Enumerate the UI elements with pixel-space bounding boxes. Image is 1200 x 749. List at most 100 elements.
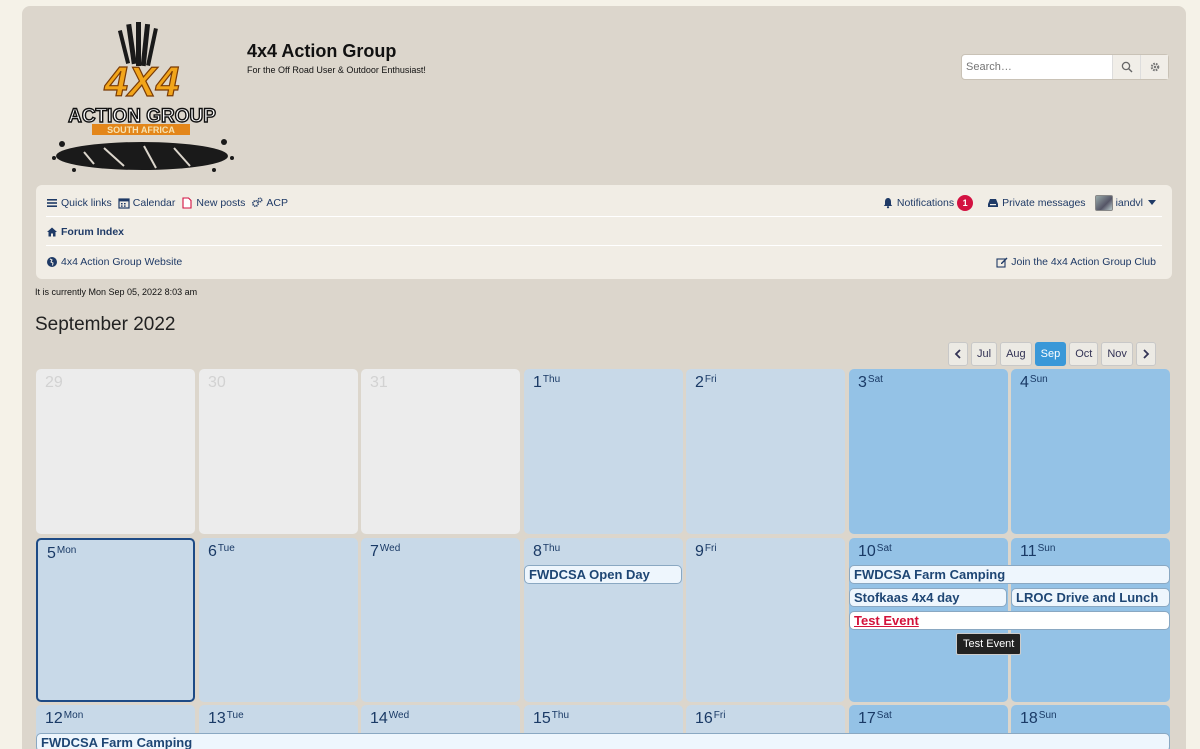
quick-links-menu[interactable]: Quick links bbox=[46, 197, 112, 209]
day-weekday-label: Fri bbox=[704, 374, 717, 385]
site-logo[interactable]: 4X4 ACTION GROUP SOUTH AFRICA bbox=[44, 20, 240, 180]
day-weekday-label: Thu bbox=[542, 543, 561, 554]
event-fwdcsa-farm-camping[interactable]: FWDCSA Farm Camping bbox=[849, 565, 1170, 584]
next-month-button[interactable] bbox=[1135, 342, 1156, 366]
svg-text:ACTION GROUP: ACTION GROUP bbox=[68, 106, 216, 127]
event-test-event[interactable]: Test Event bbox=[849, 611, 1170, 630]
username: iandvl bbox=[1115, 196, 1143, 209]
month-button-aug[interactable]: Aug bbox=[1000, 342, 1032, 366]
day-number-value: 10 bbox=[858, 543, 876, 560]
day-number: 6Tue bbox=[208, 543, 235, 561]
day-number: 31 bbox=[370, 374, 388, 392]
month-button-sep[interactable]: Sep bbox=[1034, 342, 1067, 366]
day-number: 30 bbox=[208, 374, 226, 392]
cogs-icon bbox=[252, 197, 263, 207]
day-number: 1Thu bbox=[533, 374, 560, 392]
nav-row-links: 4x4 Action Group Website Join the 4x4 Ac… bbox=[46, 248, 1162, 276]
search-button[interactable] bbox=[1112, 55, 1140, 79]
day-weekday-label: Mon bbox=[63, 710, 84, 721]
day-weekday-label: Tue bbox=[217, 543, 235, 554]
prev-month-button[interactable] bbox=[948, 342, 968, 366]
event-lroc-drive-and-lunch[interactable]: LROC Drive and Lunch bbox=[1011, 588, 1170, 607]
calendar-day-4[interactable]: 4Sun bbox=[1011, 369, 1170, 534]
calendar-label: Calendar bbox=[132, 196, 176, 209]
website-link[interactable]: 4x4 Action Group Website bbox=[46, 256, 182, 268]
calendar-day-3[interactable]: 3Sat bbox=[849, 369, 1008, 534]
day-weekday-label: Sun bbox=[1037, 543, 1056, 554]
day-number-value: 11 bbox=[1020, 543, 1037, 560]
website-label: 4x4 Action Group Website bbox=[61, 256, 183, 268]
forum-index-label: Forum Index bbox=[61, 225, 125, 238]
day-number: 29 bbox=[45, 374, 63, 392]
day-number-value: 12 bbox=[45, 710, 63, 727]
advanced-search-button[interactable] bbox=[1140, 55, 1168, 79]
event-tooltip: Test Event bbox=[956, 633, 1022, 655]
svg-text:SOUTH AFRICA: SOUTH AFRICA bbox=[107, 125, 175, 135]
day-number-value: 7 bbox=[370, 543, 379, 560]
user-menu[interactable]: iandvl bbox=[1092, 194, 1156, 211]
private-messages-link[interactable]: Private messages bbox=[987, 197, 1086, 209]
day-number-value: 17 bbox=[858, 710, 876, 727]
calendar-link[interactable]: Calendar bbox=[118, 196, 176, 209]
site-title[interactable]: 4x4 Action Group bbox=[247, 41, 396, 62]
calendar-day-31[interactable]: 31 bbox=[361, 369, 520, 534]
calendar-day-30[interactable]: 30 bbox=[199, 369, 358, 534]
event-fwdcsa-farm-camping-week3[interactable]: FWDCSA Farm Camping bbox=[36, 733, 1170, 749]
day-weekday-label: Sat bbox=[876, 710, 892, 721]
day-number-value: 15 bbox=[533, 710, 551, 727]
day-weekday-label: Thu bbox=[542, 374, 561, 385]
new-posts-link[interactable]: New posts bbox=[181, 197, 245, 209]
acp-link[interactable]: ACP bbox=[251, 197, 288, 209]
day-number: 2Fri bbox=[695, 374, 717, 392]
day-number-value: 5 bbox=[47, 545, 56, 562]
month-button-nov[interactable]: Nov bbox=[1101, 342, 1133, 366]
day-weekday-label: Thu bbox=[551, 710, 570, 721]
calendar-day-1[interactable]: 1Thu bbox=[524, 369, 683, 534]
calendar-day-8[interactable]: 8Thu bbox=[524, 538, 683, 702]
avatar bbox=[1094, 194, 1113, 211]
chevron-down-icon bbox=[1148, 200, 1156, 205]
join-club-link[interactable]: Join the 4x4 Action Group Club bbox=[996, 256, 1156, 268]
calendar-day-29[interactable]: 29 bbox=[36, 369, 195, 534]
day-number: 9Fri bbox=[695, 543, 717, 561]
day-number: 12Mon bbox=[45, 710, 83, 728]
join-club-label: Join the 4x4 Action Group Club bbox=[1011, 256, 1156, 268]
day-weekday-label: Wed bbox=[388, 710, 410, 721]
month-button-jul[interactable]: Jul bbox=[971, 342, 998, 366]
day-number: 5Mon bbox=[47, 545, 76, 563]
notifications-link[interactable]: Notifications 1 bbox=[882, 194, 981, 211]
day-number: 13Tue bbox=[208, 710, 244, 728]
day-weekday-label: Mon bbox=[56, 545, 77, 556]
new-posts-label: New posts bbox=[196, 196, 246, 209]
calendar-day-2[interactable]: 2Fri bbox=[686, 369, 845, 534]
notifications-badge: 1 bbox=[957, 194, 974, 211]
nav-row-main: Quick links Calendar New posts ACP Notif… bbox=[46, 189, 1162, 217]
day-weekday-label: Sun bbox=[1029, 374, 1048, 385]
day-number-value: 3 bbox=[858, 374, 867, 391]
day-weekday-label: Tue bbox=[226, 710, 244, 721]
day-number-value: 8 bbox=[533, 543, 542, 560]
forum-index-link[interactable]: Forum Index bbox=[46, 226, 124, 238]
calendar-day-5[interactable]: 5Mon bbox=[36, 538, 195, 702]
quick-links-label: Quick links bbox=[61, 196, 112, 209]
day-number: 3Sat bbox=[858, 374, 883, 392]
event-stofkaas-4x4-day[interactable]: Stofkaas 4x4 day bbox=[849, 588, 1007, 607]
day-number: 16Fri bbox=[695, 710, 725, 728]
calendar-day-7[interactable]: 7Wed bbox=[361, 538, 520, 702]
month-button-oct[interactable]: Oct bbox=[1069, 342, 1099, 366]
breadcrumb: Forum Index bbox=[46, 218, 1162, 246]
day-number-value: 14 bbox=[370, 710, 388, 727]
search-icon bbox=[1121, 61, 1132, 73]
day-weekday-label: Wed bbox=[379, 543, 401, 554]
search-input[interactable] bbox=[962, 55, 1112, 79]
nav-user-area: Notifications 1 Private messages iandvl bbox=[882, 194, 1162, 211]
day-number-value: 29 bbox=[45, 374, 63, 391]
bell-icon bbox=[883, 197, 893, 208]
calendar-day-6[interactable]: 6Tue bbox=[199, 538, 358, 702]
site-description: For the Off Road User & Outdoor Enthusia… bbox=[247, 65, 426, 75]
page-container: 4X4 ACTION GROUP SOUTH AFRICA 4x4 Action… bbox=[22, 6, 1186, 749]
event-fwdcsa-open-day[interactable]: FWDCSA Open Day bbox=[524, 565, 682, 584]
day-number-value: 18 bbox=[1020, 710, 1038, 727]
acp-label: ACP bbox=[266, 196, 289, 209]
calendar-day-9[interactable]: 9Fri bbox=[686, 538, 845, 702]
